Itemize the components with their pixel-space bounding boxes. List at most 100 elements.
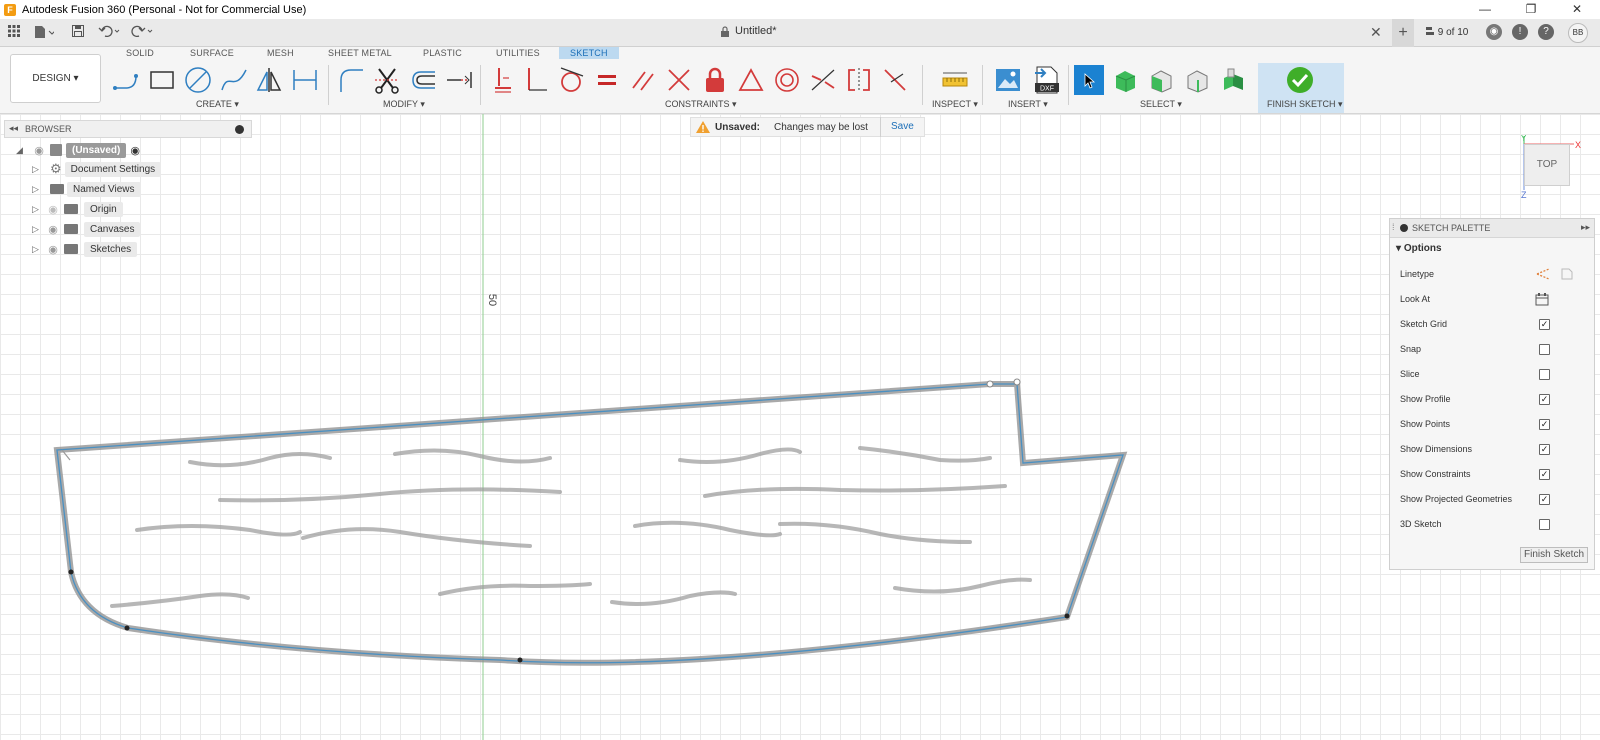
line-tool-icon[interactable]: [112, 65, 142, 95]
select-component-icon[interactable]: [1218, 65, 1248, 95]
sketch-palette-header[interactable]: ⁞ SKETCH PALETTE ▸▸: [1390, 219, 1594, 238]
document-tab[interactable]: Untitled*: [720, 25, 777, 37]
collinear-constraint-icon[interactable]: [808, 65, 838, 95]
centerline-linetype-icon[interactable]: [1560, 267, 1574, 281]
3d-sketch-checkbox[interactable]: [1539, 518, 1550, 530]
horizontal-vertical-constraint-icon[interactable]: [664, 65, 694, 95]
finish-sketch-check-icon[interactable]: [1285, 65, 1315, 95]
select-body-icon[interactable]: [1110, 65, 1140, 95]
visibility-eye-icon[interactable]: ◉: [32, 144, 46, 157]
expand-triangle-icon[interactable]: ▷: [32, 184, 42, 195]
tab-mesh[interactable]: MESH: [267, 48, 294, 58]
show-constraints-checkbox[interactable]: ✓: [1539, 468, 1550, 480]
file-menu-icon[interactable]: [34, 25, 56, 42]
show-projected-geometries-checkbox[interactable]: ✓: [1539, 493, 1550, 505]
select-edge-icon[interactable]: [1182, 65, 1212, 95]
slice-checkbox[interactable]: [1539, 368, 1550, 380]
restore-button[interactable]: ❐: [1508, 0, 1554, 19]
collapse-triangle-icon[interactable]: ◢: [16, 145, 26, 156]
tab-sketch[interactable]: SKETCH: [559, 47, 619, 59]
browser-item-sketches[interactable]: ▷ ◉ Sketches: [32, 240, 138, 258]
options-section-header[interactable]: ▾ Options: [1396, 243, 1442, 254]
sketch-profile-outline[interactable]: [56, 383, 1124, 664]
browser-root-row[interactable]: ◢ ◉ (Unsaved) ◉: [16, 141, 140, 159]
offset-tool-icon[interactable]: [408, 65, 438, 95]
workspace-switcher[interactable]: DESIGN ▾: [10, 54, 101, 103]
select-face-icon[interactable]: [1146, 65, 1176, 95]
save-link[interactable]: Save: [879, 117, 924, 137]
sketch-point[interactable]: [1064, 613, 1070, 619]
browser-panel-header[interactable]: ◂◂ BROWSER: [4, 120, 252, 138]
save-icon[interactable]: [72, 25, 84, 40]
sketch-grid-checkbox[interactable]: ✓: [1539, 318, 1550, 330]
browser-minimize-icon[interactable]: [235, 125, 244, 134]
redo-icon[interactable]: [130, 25, 154, 40]
tab-plastic[interactable]: PLASTIC: [423, 48, 462, 58]
rectangle-tool-icon[interactable]: [147, 65, 177, 95]
modify-menu[interactable]: MODIFY ▾: [383, 99, 425, 110]
finish-sketch-menu[interactable]: FINISH SKETCH ▾: [1267, 99, 1343, 110]
perpendicular-constraint-icon[interactable]: [520, 65, 550, 95]
construction-linetype-icon[interactable]: [1535, 267, 1551, 281]
concentric-constraint-icon[interactable]: [772, 65, 802, 95]
tab-utilities[interactable]: UTILITIES: [496, 48, 540, 58]
expand-triangle-icon[interactable]: ▷: [32, 244, 42, 255]
tab-solid[interactable]: SOLID: [126, 48, 154, 58]
minimize-button[interactable]: —: [1462, 0, 1508, 19]
viewcube-top-face[interactable]: TOP: [1524, 144, 1570, 186]
curvature-constraint-icon[interactable]: [880, 65, 910, 95]
browser-item-canvases[interactable]: ▷ ◉ Canvases: [32, 220, 141, 238]
select-tool-icon[interactable]: [1074, 65, 1104, 95]
sketch-geometry[interactable]: [0, 114, 1600, 740]
circle-tool-icon[interactable]: [183, 65, 213, 95]
show-points-checkbox[interactable]: ✓: [1539, 418, 1550, 430]
expand-triangle-icon[interactable]: ▷: [32, 204, 42, 215]
dimension-tool-icon[interactable]: [290, 65, 320, 95]
measure-tool-icon[interactable]: [940, 65, 970, 95]
close-tab-icon[interactable]: ✕: [1370, 24, 1382, 41]
expand-triangle-icon[interactable]: ▷: [32, 224, 42, 235]
online-status-icon[interactable]: ◉: [1486, 24, 1502, 40]
fix-constraint-lock-icon[interactable]: [700, 65, 730, 95]
insert-dxf-icon[interactable]: DXF: [1031, 65, 1061, 95]
user-avatar[interactable]: BB: [1568, 23, 1588, 43]
trim-tool-icon[interactable]: [372, 65, 402, 95]
sketch-point[interactable]: [517, 657, 523, 663]
activate-radio-icon[interactable]: ◉: [130, 144, 140, 157]
visibility-eye-icon[interactable]: ◉: [46, 223, 60, 236]
sketch-point[interactable]: [68, 569, 74, 575]
inspect-menu[interactable]: INSPECT ▾: [932, 99, 978, 110]
browser-item-named-views[interactable]: ▷ Named Views: [32, 180, 141, 198]
symmetry-constraint-icon[interactable]: [844, 65, 874, 95]
parallel-constraint-icon[interactable]: [628, 65, 658, 95]
drag-handle-icon[interactable]: ⁞: [1392, 222, 1395, 232]
equal-constraint-icon[interactable]: [592, 65, 622, 95]
show-dimensions-checkbox[interactable]: ✓: [1539, 443, 1550, 455]
sketch-point[interactable]: [986, 380, 994, 388]
select-menu[interactable]: SELECT ▾: [1140, 99, 1182, 110]
look-at-icon[interactable]: [1535, 292, 1549, 306]
app-grid-icon[interactable]: [8, 25, 20, 40]
coincident-constraint-icon[interactable]: [488, 65, 518, 95]
help-icon[interactable]: ?: [1538, 24, 1554, 40]
palette-minimize-icon[interactable]: [1400, 224, 1408, 232]
sketch-point[interactable]: [124, 625, 130, 631]
create-menu[interactable]: CREATE ▾: [196, 99, 239, 110]
insert-image-icon[interactable]: [993, 65, 1023, 95]
spline-tool-icon[interactable]: [219, 65, 249, 95]
tangent-constraint-icon[interactable]: [556, 65, 586, 95]
browser-item-origin[interactable]: ▷ ◉ Origin: [32, 200, 123, 218]
expand-palette-icon[interactable]: ▸▸: [1581, 222, 1590, 233]
expand-triangle-icon[interactable]: ▷: [32, 164, 42, 175]
notifications-icon[interactable]: !: [1512, 24, 1528, 40]
fillet-tool-icon[interactable]: [336, 65, 366, 95]
midpoint-constraint-icon[interactable]: [736, 65, 766, 95]
visibility-eye-icon[interactable]: ◉: [46, 203, 60, 216]
visibility-eye-icon[interactable]: ◉: [46, 243, 60, 256]
tab-sheet-metal[interactable]: SHEET METAL: [328, 48, 392, 58]
finish-sketch-button[interactable]: Finish Sketch: [1520, 547, 1588, 563]
extend-tool-icon[interactable]: [444, 65, 474, 95]
close-window-button[interactable]: ✕: [1554, 0, 1600, 19]
show-profile-checkbox[interactable]: ✓: [1539, 393, 1550, 405]
sketch-canvas[interactable]: 50: [0, 114, 1600, 740]
